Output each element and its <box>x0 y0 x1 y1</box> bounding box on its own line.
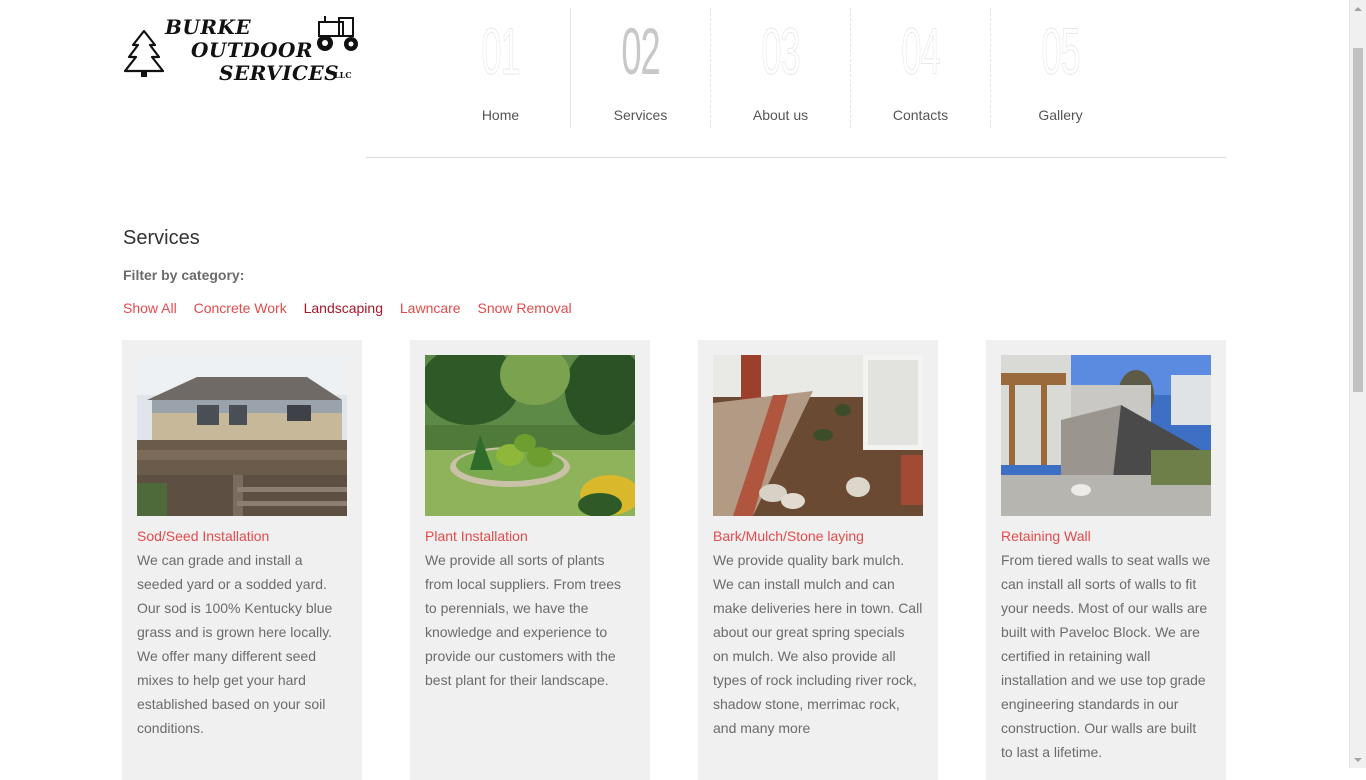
logo-word-burke: BURKE <box>165 15 252 39</box>
scroll-up-icon[interactable] <box>1350 0 1366 17</box>
nav-number: 01 <box>481 14 521 89</box>
bark-mulch-photo[interactable] <box>713 355 923 516</box>
filter-show-all[interactable]: Show All <box>123 300 177 316</box>
service-card: Retaining Wall From tiered walls to seat… <box>986 340 1226 780</box>
service-title[interactable]: Retaining Wall <box>1001 528 1091 544</box>
logo-word-outdoor: OUTDOOR <box>191 38 314 62</box>
nav-label: Gallery <box>1038 107 1083 123</box>
service-title[interactable]: Plant Installation <box>425 528 528 544</box>
site-logo[interactable]: BURKE OUTDOOR SERVICES LLC <box>123 15 363 85</box>
nav-item-home[interactable]: 01 Home <box>431 8 571 128</box>
filter-label: Filter by category: <box>123 267 245 283</box>
service-card: Sod/Seed Installation We can grade and i… <box>122 340 362 780</box>
category-filters: Show All Concrete Work Landscaping Lawnc… <box>123 300 585 316</box>
page-title: Services <box>123 227 200 250</box>
service-description: We provide quality bark mulch. We can in… <box>713 552 923 736</box>
nav-label: Contacts <box>892 107 949 123</box>
service-title[interactable]: Sod/Seed Installation <box>137 528 269 544</box>
scroll-thumb[interactable] <box>1353 48 1363 392</box>
main-nav: 01 Home 02 Services 03 About us 04 Conta… <box>431 8 1130 128</box>
nav-number: 05 <box>1041 14 1081 89</box>
nav-item-contacts[interactable]: 04 Contacts <box>851 8 991 128</box>
pine-tree-icon <box>123 29 165 77</box>
service-description: We can grade and install a seeded yard o… <box>137 552 333 736</box>
filter-concrete-work[interactable]: Concrete Work <box>194 300 287 316</box>
nav-label: Home <box>481 107 520 123</box>
service-card: Bark/Mulch/Stone laying We provide quali… <box>698 340 938 780</box>
nav-number: 03 <box>761 14 801 89</box>
retaining-wall-photo[interactable] <box>1001 355 1211 516</box>
nav-item-about-us[interactable]: 03 About us <box>711 8 851 128</box>
service-card: Plant Installation We provide all sorts … <box>410 340 650 780</box>
nav-number: 04 <box>901 14 941 89</box>
filter-landscaping[interactable]: Landscaping <box>304 300 383 316</box>
service-description: We provide all sorts of plants from loca… <box>425 552 622 688</box>
filter-lawncare[interactable]: Lawncare <box>400 300 461 316</box>
filter-snow-removal[interactable]: Snow Removal <box>477 300 571 316</box>
tractor-icon <box>317 16 358 51</box>
vertical-scrollbar[interactable] <box>1349 0 1366 768</box>
plant-installation-photo[interactable] <box>425 355 635 516</box>
service-title[interactable]: Bark/Mulch/Stone laying <box>713 528 864 544</box>
nav-item-services[interactable]: 02 Services <box>571 8 711 128</box>
header-divider <box>366 157 1226 158</box>
logo-word-services: SERVICES <box>219 61 340 85</box>
service-description: From tiered walls to seat walls we can i… <box>1001 552 1211 760</box>
sod-seed-photo[interactable] <box>137 355 347 516</box>
logo-suffix: LLC <box>334 70 352 80</box>
nav-label: About us <box>752 107 809 123</box>
nav-number: 02 <box>621 14 660 88</box>
scroll-down-icon[interactable] <box>1350 751 1366 768</box>
nav-label: Services <box>613 107 668 123</box>
nav-item-gallery[interactable]: 05 Gallery <box>991 8 1130 128</box>
